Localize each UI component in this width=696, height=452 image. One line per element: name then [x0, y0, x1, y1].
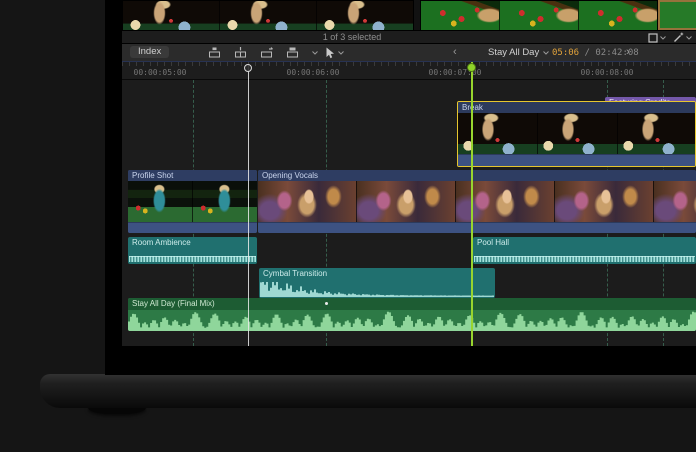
- chevron-down-icon: [686, 36, 692, 40]
- thumbnail-frame: [538, 113, 618, 154]
- cymbal-waveform: [260, 281, 494, 297]
- clip-label: Pool Hall: [473, 237, 696, 249]
- wand-icon: [673, 32, 684, 43]
- tool-selector[interactable]: [325, 47, 344, 59]
- chevron-down-icon: [660, 36, 666, 40]
- skimmer-line[interactable]: [248, 65, 249, 346]
- clip-cymbal-transition[interactable]: Cymbal Transition: [259, 268, 495, 298]
- thumbnail-frame: [555, 181, 654, 222]
- thumbnail-frame: [357, 181, 456, 222]
- index-button[interactable]: Index: [130, 46, 169, 58]
- next-edit-button[interactable]: ›: [626, 44, 630, 62]
- timecode-separator: /: [579, 48, 595, 58]
- fcp-window: 1 of 3 selected: [122, 0, 696, 346]
- browser-clip-selected[interactable]: [658, 0, 696, 30]
- playhead-knob[interactable]: [467, 63, 476, 72]
- clip-profile-shot[interactable]: Profile Shot: [128, 170, 257, 233]
- clip-audio-strip: [258, 222, 696, 233]
- clip-room-ambience[interactable]: Room Ambience: [128, 237, 257, 264]
- timeline-area[interactable]: Featuring Credits Break Profile Shot: [122, 80, 696, 346]
- clip-appearance-icon: [648, 33, 658, 43]
- clip-stay-all-day-music[interactable]: Stay All Day (Final Mix): [128, 298, 696, 331]
- project-dropdown[interactable]: Stay All Day: [488, 44, 549, 62]
- overwrite-clip-icon[interactable]: [286, 47, 299, 58]
- browser-filmstrip-area: [122, 0, 696, 30]
- audio-waveform: [474, 256, 695, 262]
- clip-opening-vocals[interactable]: Opening Vocals: [258, 170, 696, 233]
- browser-clip-dark-pool[interactable]: [122, 0, 414, 32]
- macbook-screen: 1 of 3 selected: [105, 0, 696, 375]
- connect-clip-icon[interactable]: [208, 47, 221, 58]
- thumbnail-frame: [258, 181, 357, 222]
- chevron-down-icon[interactable]: [312, 51, 318, 55]
- playhead-line[interactable]: [471, 62, 473, 346]
- clip-break[interactable]: Break: [457, 101, 696, 167]
- insert-clip-icon[interactable]: [234, 47, 247, 58]
- previous-edit-button[interactable]: ‹: [453, 44, 457, 62]
- chevron-down-icon: [338, 51, 344, 55]
- timeline-ruler[interactable]: 00:00:05:00 00:00:06:00 00:00:07:00 00:0…: [122, 62, 696, 80]
- clip-audio-strip: [128, 222, 257, 233]
- timeline-toolbar: Index: [122, 44, 696, 62]
- timecode-total: 02:42:08: [595, 48, 638, 58]
- clip-thumbnails: [258, 181, 696, 222]
- clip-thumbnails: [128, 181, 257, 222]
- filmstrip-frame: [579, 1, 658, 31]
- skimmer-knob[interactable]: [244, 64, 252, 72]
- thumbnail-frame: [618, 113, 695, 154]
- macbook-scene: 1 of 3 selected: [0, 0, 696, 452]
- ruler-timecode: 00:00:05:00: [134, 68, 187, 77]
- clip-appearance-button[interactable]: [648, 33, 666, 43]
- clip-label: Profile Shot: [128, 170, 257, 181]
- select-arrow-icon: [325, 47, 335, 59]
- selection-status: 1 of 3 selected: [323, 32, 382, 42]
- laptop-chassis: [40, 374, 696, 408]
- filmstrip-frame: [220, 1, 317, 31]
- clip-label: Room Ambience: [128, 237, 257, 249]
- timecode-current: 05:06: [552, 48, 579, 58]
- filmstrip-frame: [500, 1, 579, 31]
- project-name: Stay All Day: [488, 44, 539, 62]
- thumbnail-frame: [458, 113, 538, 154]
- clip-pool-hall[interactable]: Pool Hall: [473, 237, 696, 264]
- chevron-down-icon: [543, 51, 549, 55]
- ruler-timecode: 00:00:08:00: [581, 68, 634, 77]
- append-clip-icon[interactable]: [260, 47, 273, 58]
- browser-status-bar: 1 of 3 selected: [122, 30, 696, 44]
- ruler-timecode: 00:00:06:00: [287, 68, 340, 77]
- clip-label: Break: [458, 102, 695, 113]
- clip-label: Opening Vocals: [258, 170, 696, 181]
- audio-waveform: [129, 256, 256, 262]
- thumbnail-frame: [128, 181, 193, 222]
- clip-thumbnails: [458, 113, 695, 154]
- tools-button[interactable]: [673, 32, 692, 43]
- clip-label: Stay All Day (Final Mix): [128, 298, 696, 310]
- clip-label: Cymbal Transition: [259, 268, 495, 280]
- thumbnail-frame: [654, 181, 696, 222]
- music-waveform: [128, 310, 696, 331]
- filmstrip-frame: [317, 1, 414, 31]
- filmstrip-frame: [421, 1, 500, 31]
- browser-clip-green-table[interactable]: [420, 0, 658, 32]
- clip-audio-strip: [458, 154, 695, 166]
- keyframe-marker[interactable]: [325, 302, 328, 305]
- filmstrip-frame: [123, 1, 220, 31]
